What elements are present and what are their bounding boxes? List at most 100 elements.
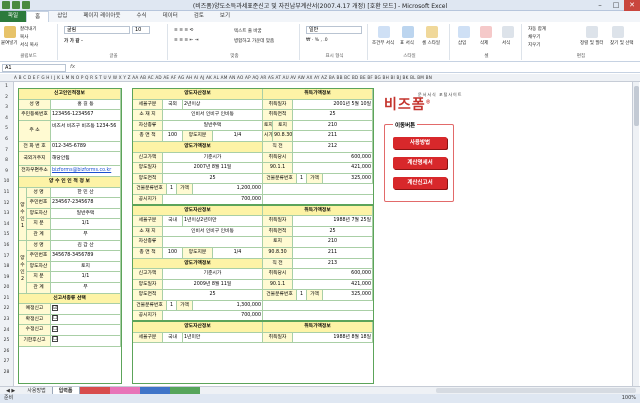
t1-rel[interactable]: 무: [51, 229, 121, 240]
transfer-area2[interactable]: 25: [163, 290, 263, 300]
insert-button[interactable]: 삽입: [458, 40, 466, 46]
acq-date3[interactable]: 1988년 8월 18일: [293, 332, 373, 343]
tab-formulas[interactable]: 수식: [128, 11, 154, 22]
row-header[interactable]: 10: [0, 177, 13, 188]
public-price2[interactable]: 700,000: [163, 311, 263, 321]
phone-value[interactable]: 012-345-6789: [51, 141, 121, 152]
t1-rrn[interactable]: 234567-2345678: [51, 198, 121, 208]
public-price[interactable]: 700,000: [163, 194, 263, 204]
row-header[interactable]: 28: [0, 368, 13, 379]
bldg-price2[interactable]: 1,300,000: [193, 300, 263, 311]
row-header[interactable]: 25: [0, 336, 13, 347]
nav-statement-button[interactable]: 계산명세서: [393, 157, 447, 169]
row-header[interactable]: 3: [0, 103, 13, 114]
row-header[interactable]: 13: [0, 209, 13, 220]
transfer-area[interactable]: 25: [163, 173, 263, 184]
acq-date2[interactable]: 1988년 7월 25일: [293, 216, 373, 226]
table-format-button[interactable]: 표 서식: [400, 40, 414, 46]
col-901-value[interactable]: 421,000: [293, 163, 373, 173]
tab-page-layout[interactable]: 페이지 레이아웃: [75, 11, 128, 22]
name-value[interactable]: 홍 길 동: [51, 99, 121, 110]
tab-file[interactable]: 파일: [0, 11, 27, 22]
insert-cells-icon[interactable]: [458, 26, 470, 38]
type-domestic[interactable]: 국외: [163, 99, 183, 110]
font-name-select[interactable]: 굴림: [64, 26, 130, 34]
acq-area2[interactable]: 25: [293, 226, 373, 237]
t2-rrn[interactable]: 345678-3456789: [51, 251, 121, 261]
total-area2[interactable]: 100: [163, 247, 183, 258]
row-header[interactable]: 22: [0, 304, 13, 315]
tab-insert[interactable]: 삽입: [49, 11, 75, 22]
row-header[interactable]: 11: [0, 188, 13, 199]
row-header[interactable]: 20: [0, 283, 13, 294]
paste-button[interactable]: 붙여넣기: [1, 40, 18, 46]
tab-review[interactable]: 검토: [186, 11, 212, 22]
acq-price[interactable]: 600,000: [293, 152, 373, 163]
transfer-share[interactable]: 1/4: [213, 131, 263, 141]
report-price[interactable]: 기준시가: [163, 152, 263, 163]
maximize-icon[interactable]: □: [608, 0, 624, 11]
t2-rel[interactable]: 무: [51, 282, 121, 293]
report-type-checkbox[interactable]: ☐: [52, 315, 58, 322]
std-value[interactable]: 212: [293, 141, 373, 152]
col-901-value2[interactable]: 421,000: [293, 279, 373, 290]
clear-button[interactable]: 지우기: [528, 42, 540, 48]
gov2-value[interactable]: 210: [293, 237, 373, 247]
row-header[interactable]: 5: [0, 124, 13, 135]
row-header[interactable]: 4: [0, 114, 13, 125]
tab-home[interactable]: 홈: [26, 11, 50, 22]
bldg-price[interactable]: 1,200,000: [193, 184, 263, 194]
fx-icon[interactable]: fx: [70, 64, 75, 70]
delete-button[interactable]: 삭제: [480, 40, 488, 46]
bizforms-logo[interactable]: 비즈폼® 문서서식 포털사이트: [384, 92, 461, 114]
cell-style-icon[interactable]: [426, 26, 438, 38]
table-format-icon[interactable]: [402, 26, 414, 38]
transfer-share2[interactable]: 1/4: [213, 247, 263, 258]
number-format-select[interactable]: 일반: [306, 26, 362, 34]
type2-period[interactable]: 1년이상2년미만: [183, 216, 263, 226]
acq-area[interactable]: 25: [293, 110, 373, 120]
row-header[interactable]: 16: [0, 241, 13, 252]
report-type-checkbox[interactable]: ☑: [52, 304, 58, 311]
row-header[interactable]: 23: [0, 315, 13, 326]
tab-data[interactable]: 데이터: [155, 11, 186, 22]
residence-value[interactable]: 해당안됨: [51, 152, 121, 166]
bold-button[interactable]: 가 가 갈 ·: [64, 38, 83, 44]
format-painter-button[interactable]: 서식 복사: [20, 42, 38, 48]
find-icon[interactable]: [612, 26, 624, 38]
gov-value[interactable]: 210: [293, 120, 373, 131]
t1-name[interactable]: 한 민 산: [51, 187, 121, 198]
format-cells-icon[interactable]: [502, 26, 514, 38]
worksheet-grid[interactable]: 신고인인적정보 성 명홍 길 동 주민등록번호 123456-1234567 주 …: [14, 82, 640, 386]
bldg-num[interactable]: 1: [167, 184, 177, 194]
vertical-scrollbar[interactable]: [632, 82, 639, 386]
type-period[interactable]: 2년이상: [183, 99, 263, 110]
scroll-thumb[interactable]: [634, 86, 639, 126]
unit-price[interactable]: 211: [293, 131, 373, 141]
delete-cells-icon[interactable]: [480, 26, 492, 38]
building-code[interactable]: 1: [297, 173, 307, 184]
number-buttons[interactable]: ₩ · % , .0: [306, 38, 328, 43]
close-icon[interactable]: ✕: [624, 0, 640, 11]
align-buttons[interactable]: ≡ ≡ ≡ ⟲: [174, 28, 193, 33]
row-header[interactable]: 2: [0, 93, 13, 104]
row-header[interactable]: 12: [0, 199, 13, 210]
total-area[interactable]: 100: [163, 131, 183, 141]
row-header[interactable]: 26: [0, 347, 13, 358]
zoom-level[interactable]: 100%: [622, 394, 636, 403]
minimize-icon[interactable]: –: [592, 0, 608, 11]
row-header[interactable]: 18: [0, 262, 13, 273]
type3-domestic[interactable]: 국내: [163, 332, 183, 343]
cond-format-icon[interactable]: [378, 26, 390, 38]
cut-button[interactable]: 잘라내기: [20, 26, 37, 32]
row-header[interactable]: 7: [0, 146, 13, 157]
acq-price2[interactable]: 600,000: [293, 269, 373, 279]
row-header[interactable]: 6: [0, 135, 13, 146]
t2-name[interactable]: 김 갑 산: [51, 240, 121, 251]
type2-domestic[interactable]: 국내: [163, 216, 183, 226]
nav-report-button[interactable]: 계산신고서: [393, 177, 447, 189]
paste-icon[interactable]: [4, 26, 16, 38]
row-header[interactable]: 9: [0, 167, 13, 178]
location2[interactable]: 인비서 인비구 인비동: [163, 226, 263, 237]
asset-type[interactable]: 일반주택: [163, 120, 263, 131]
